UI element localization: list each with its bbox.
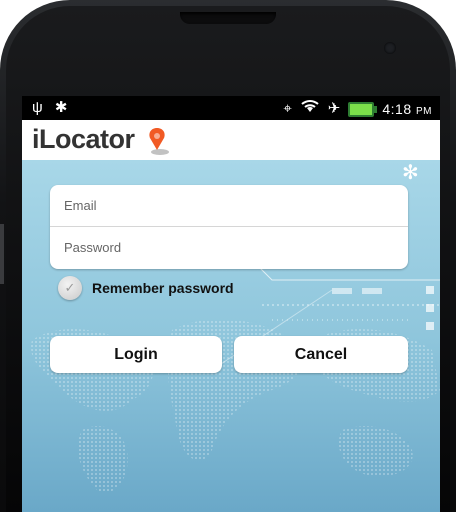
check-icon: ✓: [64, 280, 76, 295]
airplane-icon: ✈: [327, 99, 341, 117]
remember-password-checkbox[interactable]: ✓: [58, 276, 82, 300]
location-pin-icon: [149, 128, 169, 155]
email-field[interactable]: [50, 185, 408, 226]
side-button: [0, 224, 4, 284]
login-content: ✻ ✓ Remember password Login Cancel: [22, 160, 440, 512]
remember-password-label: Remember password: [92, 280, 234, 296]
earpiece-speaker: [180, 12, 276, 24]
app-logo-text: iLocator: [32, 124, 135, 154]
screen: ψ ✱ ⌖ ✈ 4:18 PM iLocator ✻ Email ✓ Remem…: [22, 96, 440, 512]
front-camera: [384, 42, 396, 54]
status-bar: ψ ✱ ⌖ ✈ 4:18 PM: [22, 96, 440, 120]
email-field-container: [50, 185, 408, 226]
login-form: [50, 185, 408, 269]
login-button[interactable]: Login: [50, 336, 222, 373]
android-debug-icon: ✱: [54, 99, 68, 116]
phone-frame: ψ ✱ ⌖ ✈ 4:18 PM iLocator ✻ Email ✓ Remem…: [0, 0, 456, 512]
snowflake-decoration-icon: ✻: [402, 162, 419, 184]
remember-password-option[interactable]: ✓ Remember password: [58, 276, 234, 300]
password-field-container: [50, 226, 408, 268]
usb-icon: ψ: [32, 99, 43, 116]
gps-icon: ⌖: [283, 99, 292, 117]
side-decoration: [426, 286, 436, 340]
cancel-button[interactable]: Cancel: [234, 336, 408, 373]
wifi-icon: [300, 99, 320, 118]
password-field[interactable]: [50, 227, 408, 268]
clock: 4:18 PM: [382, 100, 432, 117]
battery-icon: [348, 101, 378, 117]
app-header: iLocator: [22, 120, 440, 160]
